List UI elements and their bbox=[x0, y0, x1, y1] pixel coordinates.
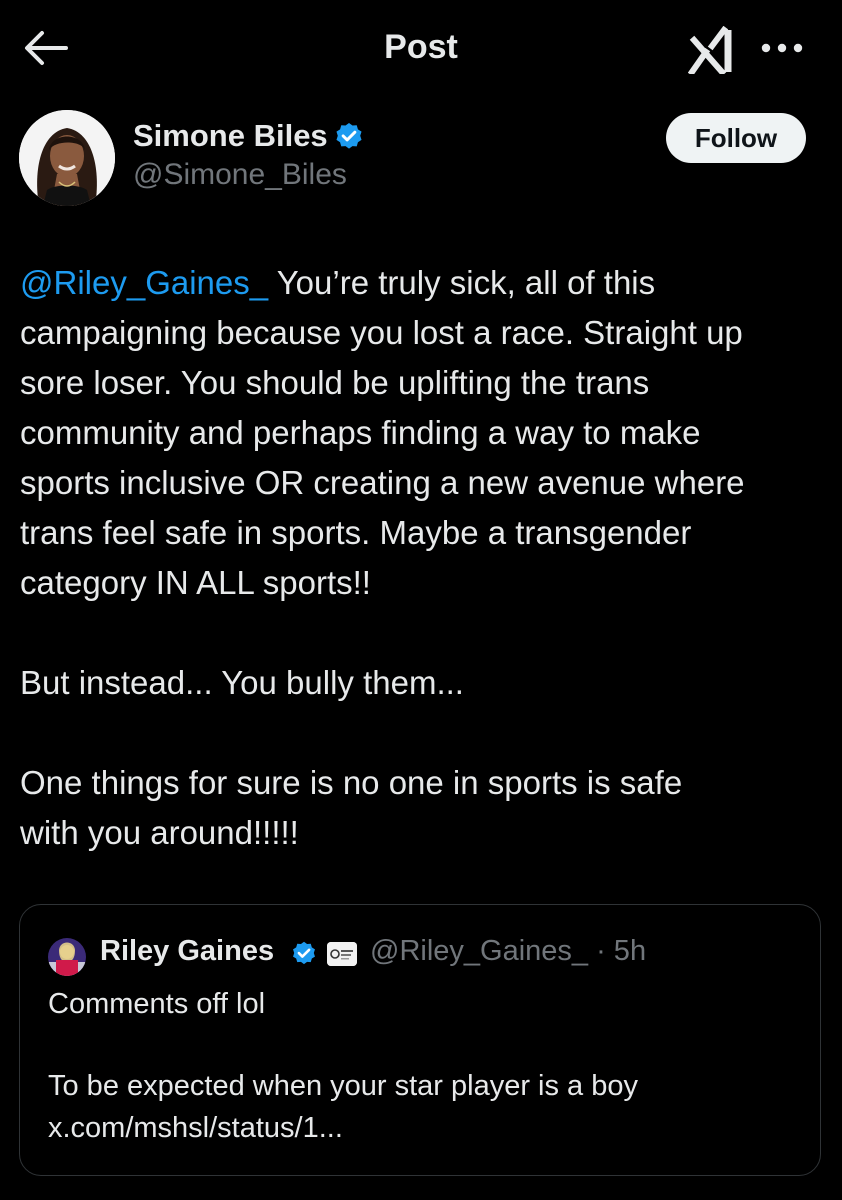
quoted-text: Comments off lol To be expected when you… bbox=[48, 983, 808, 1149]
more-dots-icon bbox=[761, 43, 803, 53]
grok-button[interactable] bbox=[687, 25, 738, 77]
post-line: sports inclusive OR creating a new avenu… bbox=[20, 464, 745, 501]
quoted-link[interactable]: x.com/mshsl/status/1... bbox=[48, 1107, 808, 1149]
post-text: @Riley_Gaines_ You’re truly sick, all of… bbox=[20, 258, 830, 858]
profile-photo bbox=[19, 110, 115, 206]
post-line: sore loser. You should be uplifting the … bbox=[20, 364, 650, 401]
post-paragraph-2: But instead... You bully them... bbox=[20, 664, 464, 701]
author-name[interactable]: Simone Biles bbox=[133, 118, 328, 154]
author-handle[interactable]: @Simone_Biles bbox=[133, 158, 347, 192]
verified-badge-icon bbox=[290, 940, 318, 968]
post-line: trans feel safe in sports. Maybe a trans… bbox=[20, 514, 692, 551]
post-line: community and perhaps finding a way to m… bbox=[20, 414, 701, 451]
post-line: with you around!!!!! bbox=[20, 814, 299, 851]
follow-button[interactable]: Follow bbox=[666, 113, 806, 163]
quoted-handle-time: @Riley_Gaines_ · 5h bbox=[370, 935, 647, 967]
affiliation-badge-icon bbox=[327, 942, 357, 966]
quoted-post[interactable]: Riley Gaines @Riley_Gaines_ · 5h Comment… bbox=[19, 904, 821, 1176]
quoted-author-name: Riley Gaines bbox=[100, 935, 275, 967]
quoted-line: To be expected when your star player is … bbox=[48, 1070, 638, 1102]
mention-link[interactable]: @Riley_Gaines_ bbox=[20, 264, 268, 301]
verified-badge-icon bbox=[333, 121, 365, 153]
author-avatar[interactable] bbox=[19, 110, 115, 206]
post-line: campaigning because you lost a race. Str… bbox=[20, 314, 743, 351]
post-line: @Riley_Gaines_ You’re truly sick, all of… bbox=[20, 258, 830, 308]
post-line: One things for sure is no one in sports … bbox=[20, 764, 683, 801]
post-line-text: You’re truly sick, all of this bbox=[268, 264, 656, 301]
quoted-author-avatar bbox=[48, 938, 86, 976]
grok-icon bbox=[687, 25, 732, 77]
more-button[interactable] bbox=[760, 38, 804, 58]
post-line: category IN ALL sports!! bbox=[20, 564, 371, 601]
top-bar: Post bbox=[0, 0, 842, 96]
quoted-line: Comments off lol bbox=[48, 988, 266, 1020]
